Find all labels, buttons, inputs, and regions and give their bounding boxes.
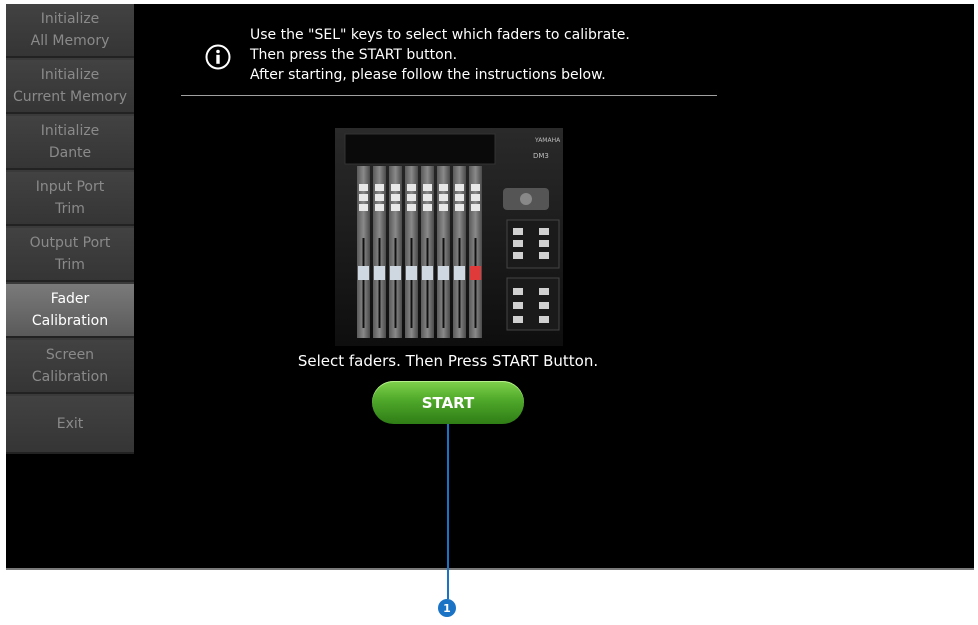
screen-border [6, 568, 974, 570]
info-icon [205, 44, 231, 70]
console-channel-key [391, 194, 400, 201]
console-channel-key [359, 194, 368, 201]
console-fader-cap [406, 266, 417, 280]
screen: Initialize All Memory Initialize Current… [6, 4, 974, 569]
console-channel-key [375, 184, 384, 191]
console-channel-key [375, 204, 384, 211]
console-channel-key [391, 204, 400, 211]
console-channel-key [423, 184, 432, 191]
header-divider [181, 95, 717, 96]
console-fader-cap [438, 266, 449, 280]
console-channel-key [471, 184, 480, 191]
callout-badge: 1 [438, 599, 456, 617]
sidebar-item-output-port-trim[interactable]: Output Port Trim [6, 228, 134, 282]
console-channel-key [407, 204, 416, 211]
console-channel-key [471, 204, 480, 211]
console-channel-key [359, 204, 368, 211]
console-fader-track [362, 238, 365, 328]
sidebar-item-initialize-all-memory[interactable]: Initialize All Memory [6, 4, 134, 58]
sidebar-item-input-port-trim[interactable]: Input Port Trim [6, 172, 134, 226]
console-fader-track [458, 238, 461, 328]
callout-line [447, 424, 449, 599]
console-brand-label: YAMAHA [534, 137, 561, 144]
sidebar-item-exit[interactable]: Exit [6, 396, 134, 454]
console-fader-cap [390, 266, 401, 280]
console-channel-key [455, 204, 464, 211]
console-fader-track [410, 238, 413, 328]
console-fader-track [394, 238, 397, 328]
console-channel-key [455, 184, 464, 191]
start-button[interactable]: START [372, 381, 524, 424]
sidebar-item-fader-calibration[interactable]: Fader Calibration [6, 284, 134, 338]
instructions-text: Use the "SEL" keys to select which fader… [250, 27, 630, 83]
console-channel-key [439, 204, 448, 211]
console-channel-key [375, 194, 384, 201]
console-channel-key [439, 194, 448, 201]
console-fader-track [474, 238, 477, 328]
mixer-console-image: YAMAHA DM3 [335, 128, 563, 346]
sidebar-item-initialize-dante[interactable]: Initialize Dante [6, 116, 134, 170]
console-fader-cap [470, 266, 481, 280]
console-channel-key [455, 194, 464, 201]
console-channel-key [391, 184, 400, 191]
sidebar: Initialize All Memory Initialize Current… [6, 4, 134, 454]
console-fader-cap [374, 266, 385, 280]
console-channel-key [471, 194, 480, 201]
console-channel-key [359, 184, 368, 191]
console-model-label: DM3 [533, 152, 549, 160]
console-channel-key [407, 184, 416, 191]
sidebar-item-screen-calibration[interactable]: Screen Calibration [6, 340, 134, 394]
console-channel-key [423, 204, 432, 211]
sidebar-item-initialize-current-memory[interactable]: Initialize Current Memory [6, 60, 134, 114]
console-fader-cap [454, 266, 465, 280]
console-channel-key [407, 194, 416, 201]
console-fader-cap [358, 266, 369, 280]
console-fader-track [378, 238, 381, 328]
instruction-text: Select faders. Then Press START Button. [297, 352, 599, 370]
console-fader-track [442, 238, 445, 328]
console-channel-key [423, 194, 432, 201]
console-fader-cap [422, 266, 433, 280]
console-fader-track [426, 238, 429, 328]
console-channel-key [439, 184, 448, 191]
